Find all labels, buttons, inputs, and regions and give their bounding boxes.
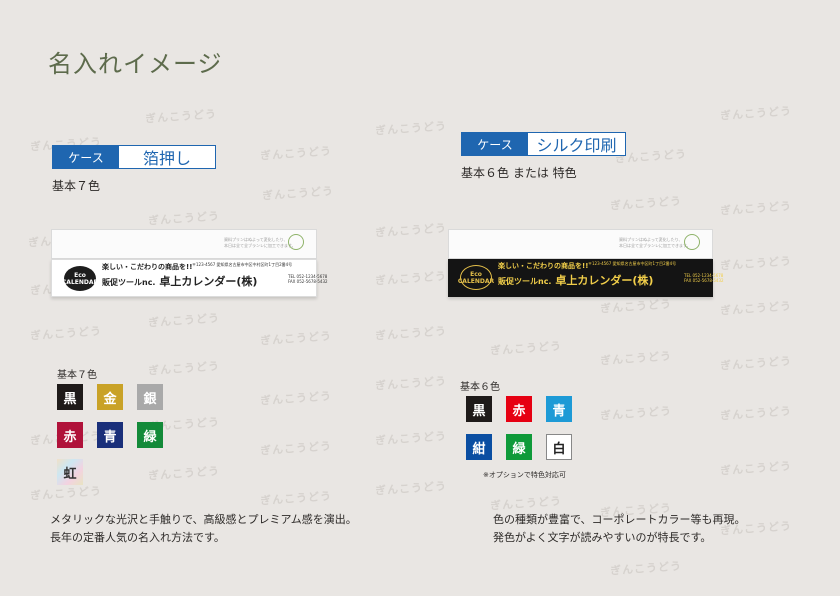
watermark-text: ぎんこうどう: [489, 339, 563, 358]
watermark-text: ぎんこうどう: [719, 354, 793, 373]
description-line1: 色の種類が豊富で、コーポレートカラー等も再現。: [493, 513, 746, 526]
method-name: 箔押し: [142, 149, 191, 168]
color-swatch: 黒: [466, 396, 492, 422]
shop-name: 販促ツールnc. 卓上カレンダー(株): [102, 273, 257, 289]
method-subtitle: 基本７色: [52, 179, 101, 193]
watermark-text: ぎんこうどう: [29, 324, 103, 343]
option-note: ※オプションで特色対応可: [483, 471, 566, 479]
shop-name: 販促ツールnc. 卓上カレンダー(株): [498, 272, 653, 288]
shop-name-main: 卓上カレンダー(株): [555, 274, 654, 287]
color-swatch: 緑: [506, 434, 532, 460]
watermark-text: ぎんこうどう: [374, 221, 448, 240]
watermark-text: ぎんこうどう: [719, 104, 793, 123]
watermark-text: ぎんこうどう: [719, 404, 793, 423]
color-swatch: 赤: [506, 396, 532, 422]
watermark-text: ぎんこうどう: [609, 559, 683, 578]
method-header-foil: ケース 箔押し: [52, 145, 216, 169]
watermark-text: ぎんこうどう: [719, 299, 793, 318]
logo-line1: Eco: [74, 271, 86, 279]
tel-fax: TEL 052-1234-5678 FAX 052-5678-5432: [684, 273, 724, 283]
catch-copy: 楽しい・こだわりの商品を!!: [102, 263, 193, 271]
colors-label: 基本７色: [57, 370, 97, 381]
watermark-text: ぎんこうどう: [259, 439, 333, 458]
fine-print: 資料プリンはぬよって変化したり、 本日は全て全ブランレに加工できます。: [619, 237, 691, 248]
watermark-text: ぎんこうどう: [609, 194, 683, 213]
catch-copy: 楽しい・こだわりの商品を!!: [498, 262, 589, 270]
logo-line2: CALENDAR: [61, 278, 99, 286]
description-foil: メタリックな光沢と手触りで、高級感とプレミアム感を演出。 長年の定番人気の名入れ…: [50, 511, 357, 547]
watermark-text: ぎんこうどう: [719, 199, 793, 218]
case-label: ケース: [462, 133, 528, 155]
address: 〒123-4567 愛知県名古屋市中区中村区町1丁目2番4号: [192, 262, 293, 267]
color-swatch: 紺: [466, 434, 492, 460]
color-swatch: 緑: [137, 422, 163, 448]
eco-seal-icon: [288, 234, 304, 250]
color-swatch: 青: [97, 422, 123, 448]
watermark-text: ぎんこうどう: [147, 464, 221, 483]
imprint-band: Eco CALENDAR 楽しい・こだわりの商品を!! 販促ツールnc. 卓上カ…: [51, 259, 328, 297]
watermark-text: ぎんこうどう: [261, 184, 335, 203]
case-top: 資料プリンはぬよって変化したり、 本日は全て全ブランレに加工できます。: [51, 229, 317, 259]
product-image-foil: 資料プリンはぬよって変化したり、 本日は全て全ブランレに加工できます。 Eco …: [51, 229, 328, 301]
color-swatch: 黒: [57, 384, 83, 410]
description-silk: 色の種類が豊富で、コーポレートカラー等も再現。 発色がよく文字が読みやすいのが特…: [493, 511, 746, 547]
watermark-text: ぎんこうどう: [599, 349, 673, 368]
page-title: 名入れイメージ: [48, 50, 223, 78]
watermark-text: ぎんこうどう: [144, 107, 218, 126]
watermark-text: ぎんこうどう: [599, 297, 673, 316]
logo-line2: CALENDAR: [457, 277, 495, 285]
colors-label: 基本６色: [460, 382, 500, 393]
tel-fax: TEL 052-1234-5678 FAX 052-5678-5432: [288, 274, 328, 284]
shop-prefix: 販促ツールnc.: [102, 278, 156, 287]
fax: FAX 052-5678-5432: [684, 278, 724, 283]
eco-calendar-logo: Eco CALENDAR: [457, 265, 495, 290]
method-subtitle: 基本６色 または 特色: [461, 166, 577, 180]
watermark-text: ぎんこうどう: [374, 429, 448, 448]
watermark-text: ぎんこうどう: [147, 311, 221, 330]
imprint-band: Eco CALENDAR 楽しい・こだわりの商品を!! 販促ツールnc. 卓上カ…: [448, 259, 724, 297]
watermark-text: ぎんこうどう: [719, 459, 793, 478]
eco-calendar-logo: Eco CALENDAR: [61, 266, 99, 291]
watermark-text: ぎんこうどう: [147, 209, 221, 228]
logo-line1: Eco: [470, 270, 482, 278]
watermark-text: ぎんこうどう: [599, 404, 673, 423]
color-swatch: 金: [97, 384, 123, 410]
color-swatch: 銀: [137, 384, 163, 410]
watermark-text: ぎんこうどう: [259, 144, 333, 163]
watermark-text: ぎんこうどう: [259, 389, 333, 408]
eco-seal-icon: [684, 234, 700, 250]
case-top: 資料プリンはぬよって変化したり、 本日は全て全ブランレに加工できます。: [448, 229, 713, 259]
description-line1: メタリックな光沢と手触りで、高級感とプレミアム感を演出。: [50, 513, 357, 526]
color-swatch: 虹: [57, 459, 83, 485]
description-line2: 長年の定番人気の名入れ方法です。: [50, 531, 225, 544]
case-label: ケース: [53, 146, 119, 168]
method-header-silk: ケース シルク印刷: [461, 132, 626, 156]
watermark-text: ぎんこうどう: [259, 329, 333, 348]
watermark-text: ぎんこうどう: [374, 324, 448, 343]
watermark-text: ぎんこうどう: [29, 484, 103, 503]
watermark-text: ぎんこうどう: [374, 119, 448, 138]
color-swatch: 赤: [57, 422, 83, 448]
color-swatch: 青: [546, 396, 572, 422]
method-name: シルク印刷: [536, 136, 617, 155]
shop-prefix: 販促ツールnc.: [498, 277, 552, 286]
watermark-text: ぎんこうどう: [374, 479, 448, 498]
description-line2: 発色がよく文字が読みやすいのが特長です。: [493, 531, 712, 544]
fax: FAX 052-5678-5432: [288, 279, 328, 284]
address: 〒123-4567 愛知県名古屋市中区町1丁目2番4号: [588, 261, 677, 266]
fine-print: 資料プリンはぬよって変化したり、 本日は全て全ブランレに加工できます。: [224, 237, 296, 248]
watermark-text: ぎんこうどう: [147, 359, 221, 378]
watermark-text: ぎんこうどう: [374, 269, 448, 288]
watermark-text: ぎんこうどう: [374, 374, 448, 393]
shop-name-main: 卓上カレンダー(株): [159, 275, 258, 288]
watermark-text: ぎんこうどう: [259, 489, 333, 508]
watermark-text: ぎんこうどう: [719, 254, 793, 273]
product-image-silk: 資料プリンはぬよって変化したり、 本日は全て全ブランレに加工できます。 Eco …: [448, 229, 724, 297]
color-swatch: 白: [546, 434, 572, 460]
